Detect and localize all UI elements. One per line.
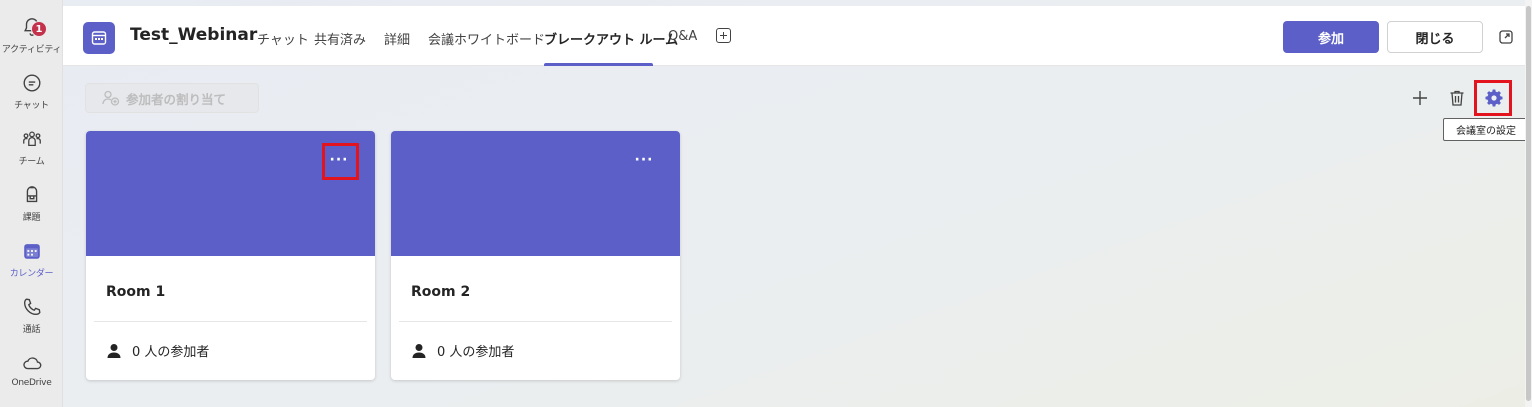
divider — [94, 321, 367, 322]
rail-item-label: チャット — [14, 101, 49, 111]
assign-participants-label: 参加者の割り当て — [126, 91, 227, 107]
tab-details[interactable]: 詳細 — [384, 29, 410, 48]
app-rail: アクティビティ 1 チャット チーム 課題 カレンダー 通話 OneDrive — [0, 0, 63, 407]
rail-item-calendar[interactable]: カレンダー — [0, 234, 63, 290]
rail-item-onedrive[interactable]: OneDrive — [0, 346, 63, 402]
tab-whiteboard[interactable]: 会議ホワイトボード — [428, 29, 545, 48]
rail-item-label: チーム — [18, 157, 45, 167]
active-tab-indicator — [544, 63, 653, 66]
participant-count: 0 人の参加者 — [411, 341, 514, 360]
person-add-icon — [102, 90, 120, 106]
participant-count-label: 0 人の参加者 — [132, 345, 210, 360]
divider — [399, 321, 672, 322]
join-button[interactable]: 参加 — [1283, 21, 1379, 53]
room-banner — [391, 131, 680, 256]
room-card[interactable]: ··· Room 2 0 人の参加者 — [391, 131, 680, 380]
more-options-icon[interactable]: ··· — [324, 153, 354, 175]
tab-breakout-rooms[interactable]: ブレークアウト ルーム — [544, 29, 678, 48]
rail-item-chat[interactable]: チャット — [0, 66, 63, 122]
more-options-icon[interactable]: ··· — [629, 153, 659, 175]
meeting-title: Test_Webinar — [130, 25, 258, 45]
meeting-header: Test_Webinar チャット 共有済み 詳細 会議ホワイトボード ブレーク… — [63, 6, 1525, 66]
tab-qa[interactable]: Q&A — [668, 29, 697, 44]
rail-item-label: カレンダー — [9, 269, 54, 279]
delete-icon[interactable] — [1447, 88, 1467, 108]
room-name: Room 2 — [411, 284, 471, 300]
rail-item-calls[interactable]: 通話 — [0, 290, 63, 346]
tab-shared[interactable]: 共有済み — [314, 29, 366, 48]
participant-count: 0 人の参加者 — [106, 341, 209, 360]
scrollbar-thumb[interactable] — [1526, 6, 1531, 401]
close-button[interactable]: 閉じる — [1387, 21, 1483, 53]
cloud-icon — [22, 357, 41, 370]
phone-icon — [23, 298, 41, 316]
room-card[interactable]: ··· Room 1 0 人の参加者 — [86, 131, 375, 380]
main-area: Test_Webinar チャット 共有済み 詳細 会議ホワイトボード ブレーク… — [63, 0, 1532, 407]
person-icon — [107, 343, 121, 358]
rail-item-label: アクティビティ — [1, 45, 62, 55]
rail-item-label: 課題 — [22, 213, 41, 223]
teams-icon — [22, 131, 41, 147]
gear-icon[interactable] — [1484, 88, 1504, 108]
person-icon — [412, 343, 426, 358]
notification-badge: 1 — [31, 21, 47, 37]
room-banner — [86, 131, 375, 256]
add-room-icon[interactable] — [1410, 88, 1430, 108]
rail-item-assignments[interactable]: 課題 — [0, 178, 63, 234]
rail-item-label: 通話 — [22, 325, 41, 335]
popout-icon[interactable] — [1499, 30, 1513, 44]
room-name: Room 1 — [106, 284, 166, 300]
chat-icon — [23, 74, 40, 92]
rail-item-activity[interactable]: アクティビティ 1 — [0, 10, 63, 66]
assign-participants-button[interactable]: 参加者の割り当て — [85, 83, 259, 113]
tab-chat[interactable]: チャット — [257, 29, 309, 48]
participant-count-label: 0 人の参加者 — [437, 345, 515, 360]
rail-item-label: OneDrive — [11, 378, 52, 388]
calendar-icon — [23, 244, 40, 259]
settings-tooltip: 会議室の設定 — [1443, 118, 1529, 141]
meeting-calendar-icon — [83, 22, 115, 54]
backpack-icon — [26, 186, 37, 203]
rail-item-teams[interactable]: チーム — [0, 122, 63, 178]
add-tab-icon[interactable] — [716, 28, 731, 43]
